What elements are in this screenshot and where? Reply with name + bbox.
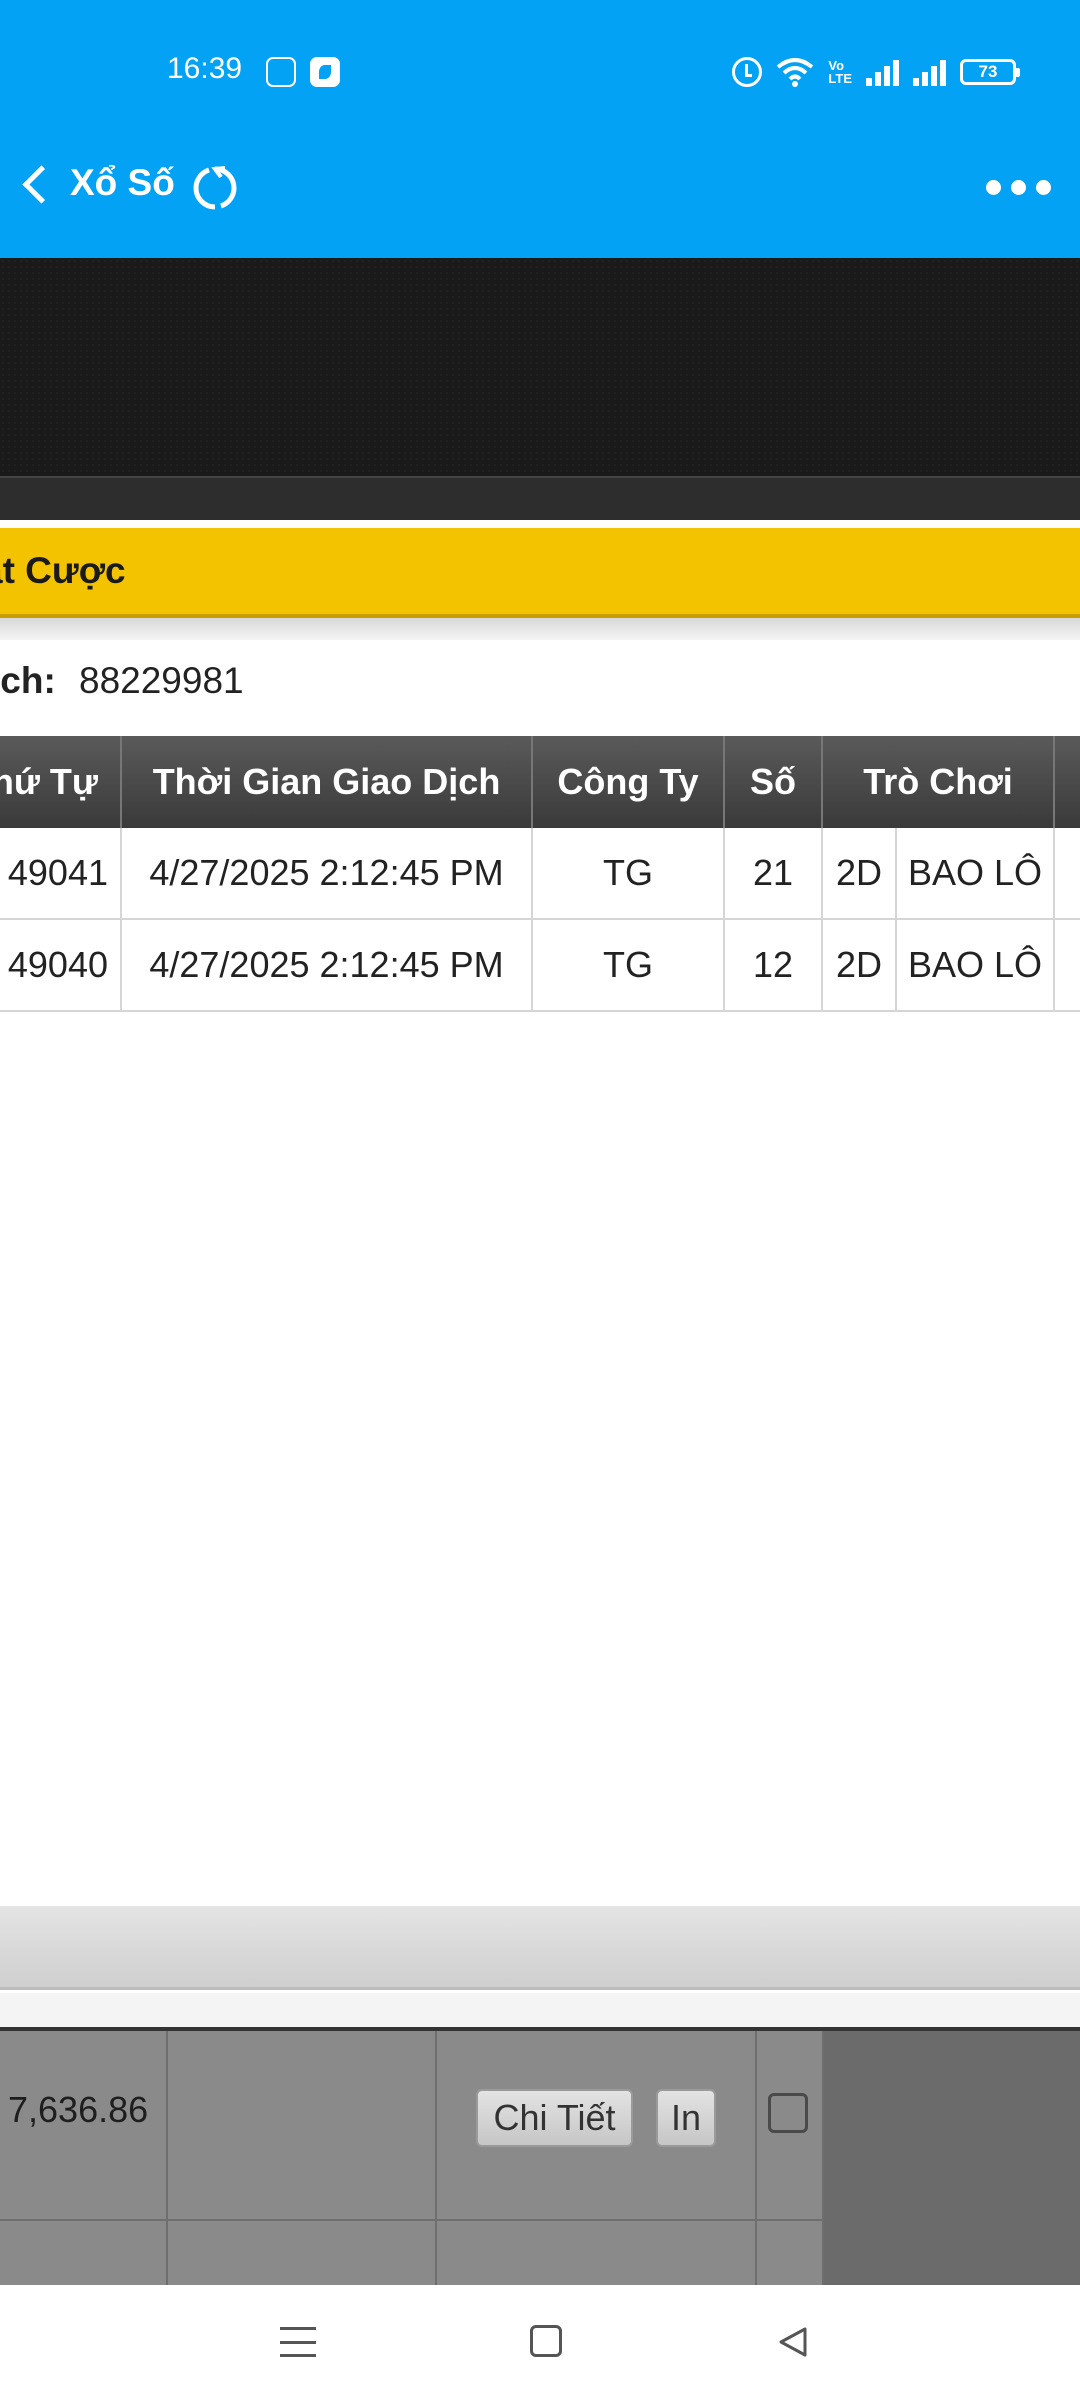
cell-type: 2D xyxy=(823,828,897,918)
column-header-game: Trò Chơi xyxy=(823,736,1055,828)
cell-order: 49040 xyxy=(0,920,122,1010)
page-title: Xổ Số xyxy=(70,162,175,203)
status-icons: Vo LTE 73 xyxy=(732,52,1020,92)
back-icon[interactable] xyxy=(18,163,52,207)
home-icon[interactable] xyxy=(530,2325,562,2357)
app-notification-icon xyxy=(266,57,296,87)
list-cell xyxy=(168,2031,437,2221)
table-header: hứ Tự Thời Gian Giao Dịch Công Ty Số Trò… xyxy=(0,736,1080,828)
system-nav-bar xyxy=(0,2285,1080,2400)
column-header-extra xyxy=(1055,736,1080,828)
panel-title: ặt Cược xyxy=(0,550,126,591)
app-header: 16:39 Vo LTE 73 Xổ Số xyxy=(0,0,1080,258)
ticket-value: 88229981 xyxy=(79,660,244,701)
cell-company: TG xyxy=(533,920,725,1010)
banner-strip xyxy=(0,476,1080,520)
ticket-amount: 7,636.86 xyxy=(8,2089,149,2130)
panel-footer xyxy=(0,1906,1080,1990)
table-row: 49040 4/27/2025 2:12:45 PM TG 12 2D BAO … xyxy=(0,920,1080,1012)
cell-type: 2D xyxy=(823,920,897,1010)
cell-company: TG xyxy=(533,828,725,918)
cell-time: 4/27/2025 2:12:45 PM xyxy=(122,828,533,918)
panel-divider xyxy=(0,618,1080,640)
cell-number: 21 xyxy=(725,828,823,918)
table-row: 49041 4/27/2025 2:12:45 PM TG 21 2D BAO … xyxy=(0,828,1080,920)
column-header-number: Số xyxy=(725,736,823,828)
footer-spacer xyxy=(0,1993,1080,2027)
alarm-icon xyxy=(732,57,763,87)
screen: 16:39 Vo LTE 73 Xổ Số t Cược ch: 8822998… xyxy=(0,0,1080,2400)
cell-order: 49041 xyxy=(0,828,122,918)
list-cell xyxy=(0,2221,168,2289)
cell-time: 4/27/2025 2:12:45 PM xyxy=(122,920,533,1010)
select-checkbox[interactable] xyxy=(768,2093,808,2133)
ticket-label: ịch: xyxy=(0,660,56,701)
list-cell xyxy=(437,2221,757,2289)
list-cell xyxy=(168,2221,437,2289)
menu-icon[interactable] xyxy=(280,2327,316,2357)
cell-number: 12 xyxy=(725,920,823,1010)
back-icon[interactable] xyxy=(776,2325,810,2359)
battery-icon: 73 xyxy=(960,59,1020,85)
cell-game: BAO LÔ xyxy=(897,920,1055,1010)
refresh-icon[interactable] xyxy=(191,164,239,212)
wifi-icon xyxy=(776,57,814,87)
column-header-company: Công Ty xyxy=(533,736,725,828)
list-overlay xyxy=(824,2031,1080,2289)
signal-icon xyxy=(913,58,946,86)
app-notification-icon xyxy=(310,57,340,87)
more-options-icon[interactable] xyxy=(986,172,1056,202)
status-time: 16:39 xyxy=(167,52,243,85)
panel-header: ặt Cược xyxy=(0,528,1080,618)
print-button[interactable]: In xyxy=(656,2089,716,2147)
list-cell xyxy=(757,2221,824,2289)
signal-icon xyxy=(866,58,899,86)
column-header-time: Thời Gian Giao Dịch xyxy=(122,736,533,828)
volte-icon: Vo LTE xyxy=(828,58,852,86)
ticket-list: 7,636.86 Chi Tiết In xyxy=(0,2027,1080,2289)
banner xyxy=(0,258,1080,476)
detail-button[interactable]: Chi Tiết xyxy=(476,2089,633,2147)
cell-game: BAO LÔ xyxy=(897,828,1055,918)
column-header-order: hứ Tự xyxy=(0,736,122,828)
